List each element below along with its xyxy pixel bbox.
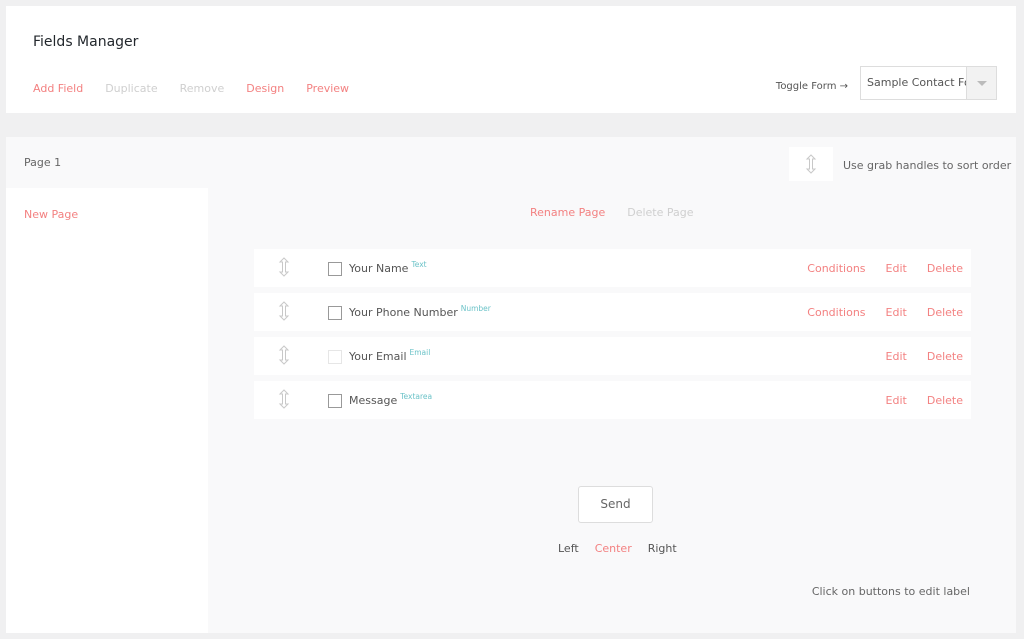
design-button[interactable]: Design: [246, 82, 284, 95]
conditions-button[interactable]: Conditions: [807, 306, 865, 319]
header-card: Fields Manager Add Field Duplicate Remov…: [6, 6, 1016, 113]
grab-handle-icon[interactable]: [278, 257, 290, 280]
field-checkbox[interactable]: [328, 262, 342, 276]
toggle-form-label: Toggle Form →: [775, 81, 848, 92]
field-name: Your Email: [349, 350, 407, 363]
edit-button[interactable]: Edit: [886, 306, 907, 319]
edit-button[interactable]: Edit: [886, 394, 907, 407]
align-center-option[interactable]: Center: [595, 542, 632, 555]
remove-button[interactable]: Remove: [180, 82, 225, 95]
field-name: Message: [349, 394, 398, 407]
page-title: Fields Manager: [33, 34, 139, 50]
tab-page-1[interactable]: Page 1: [24, 156, 61, 169]
toolbar: Add Field Duplicate Remove Design Previe…: [33, 82, 349, 95]
field-label: Your Phone Number Number: [349, 304, 491, 319]
row-actions: Edit Delete: [886, 394, 963, 407]
new-page-button[interactable]: New Page: [24, 208, 78, 221]
page-actions: Rename Page Delete Page: [530, 206, 694, 219]
field-checkbox[interactable]: [328, 306, 342, 320]
field-name: Your Name: [349, 262, 409, 275]
field-type: Text: [411, 260, 427, 269]
field-checkbox[interactable]: [328, 350, 342, 364]
field-type: Textarea: [400, 392, 433, 401]
send-button[interactable]: Send: [578, 486, 653, 523]
align-right-option[interactable]: Right: [648, 542, 677, 555]
add-field-button[interactable]: Add Field: [33, 82, 83, 95]
grab-handle-icon[interactable]: [278, 345, 290, 368]
delete-page-button[interactable]: Delete Page: [627, 206, 693, 219]
grab-handle-icon: [789, 147, 833, 181]
duplicate-button[interactable]: Duplicate: [105, 82, 157, 95]
field-type: Email: [409, 348, 431, 357]
delete-button[interactable]: Delete: [927, 306, 963, 319]
edit-label-hint: Click on buttons to edit label: [811, 585, 970, 598]
delete-button[interactable]: Delete: [927, 394, 963, 407]
field-row: Your Email Email Edit Delete: [254, 337, 971, 375]
row-actions: Edit Delete: [886, 350, 963, 363]
field-type: Number: [460, 304, 491, 313]
preview-button[interactable]: Preview: [306, 82, 349, 95]
align-left-option[interactable]: Left: [558, 542, 579, 555]
form-select[interactable]: Sample Contact Form: [860, 66, 997, 100]
row-actions: Conditions Edit Delete: [807, 306, 963, 319]
sort-hint: Use grab handles to sort order: [843, 159, 1012, 172]
field-list: Your Name Text Conditions Edit Delete You…: [254, 249, 971, 425]
field-label: Your Email Email: [349, 348, 431, 363]
field-row: Message Textarea Edit Delete: [254, 381, 971, 419]
field-checkbox[interactable]: [328, 394, 342, 408]
edit-button[interactable]: Edit: [886, 262, 907, 275]
field-label: Message Textarea: [349, 392, 433, 407]
edit-button[interactable]: Edit: [886, 350, 907, 363]
field-row: Your Name Text Conditions Edit Delete: [254, 249, 971, 287]
grab-handle-icon[interactable]: [278, 301, 290, 324]
fields-panel: Page 1 New Page Use grab handles to sort…: [6, 137, 1016, 633]
grab-handle-icon[interactable]: [278, 389, 290, 412]
pages-sidebar: New Page: [6, 188, 208, 633]
row-actions: Conditions Edit Delete: [807, 262, 963, 275]
delete-button[interactable]: Delete: [927, 350, 963, 363]
field-row: Your Phone Number Number Conditions Edit …: [254, 293, 971, 331]
field-label: Your Name Text: [349, 260, 427, 275]
form-select-value[interactable]: Sample Contact Form: [861, 67, 966, 99]
rename-page-button[interactable]: Rename Page: [530, 206, 605, 219]
button-alignment: Left Center Right: [558, 542, 677, 555]
delete-button[interactable]: Delete: [927, 262, 963, 275]
conditions-button[interactable]: Conditions: [807, 262, 865, 275]
field-name: Your Phone Number: [349, 306, 458, 319]
chevron-down-icon[interactable]: [966, 67, 996, 99]
